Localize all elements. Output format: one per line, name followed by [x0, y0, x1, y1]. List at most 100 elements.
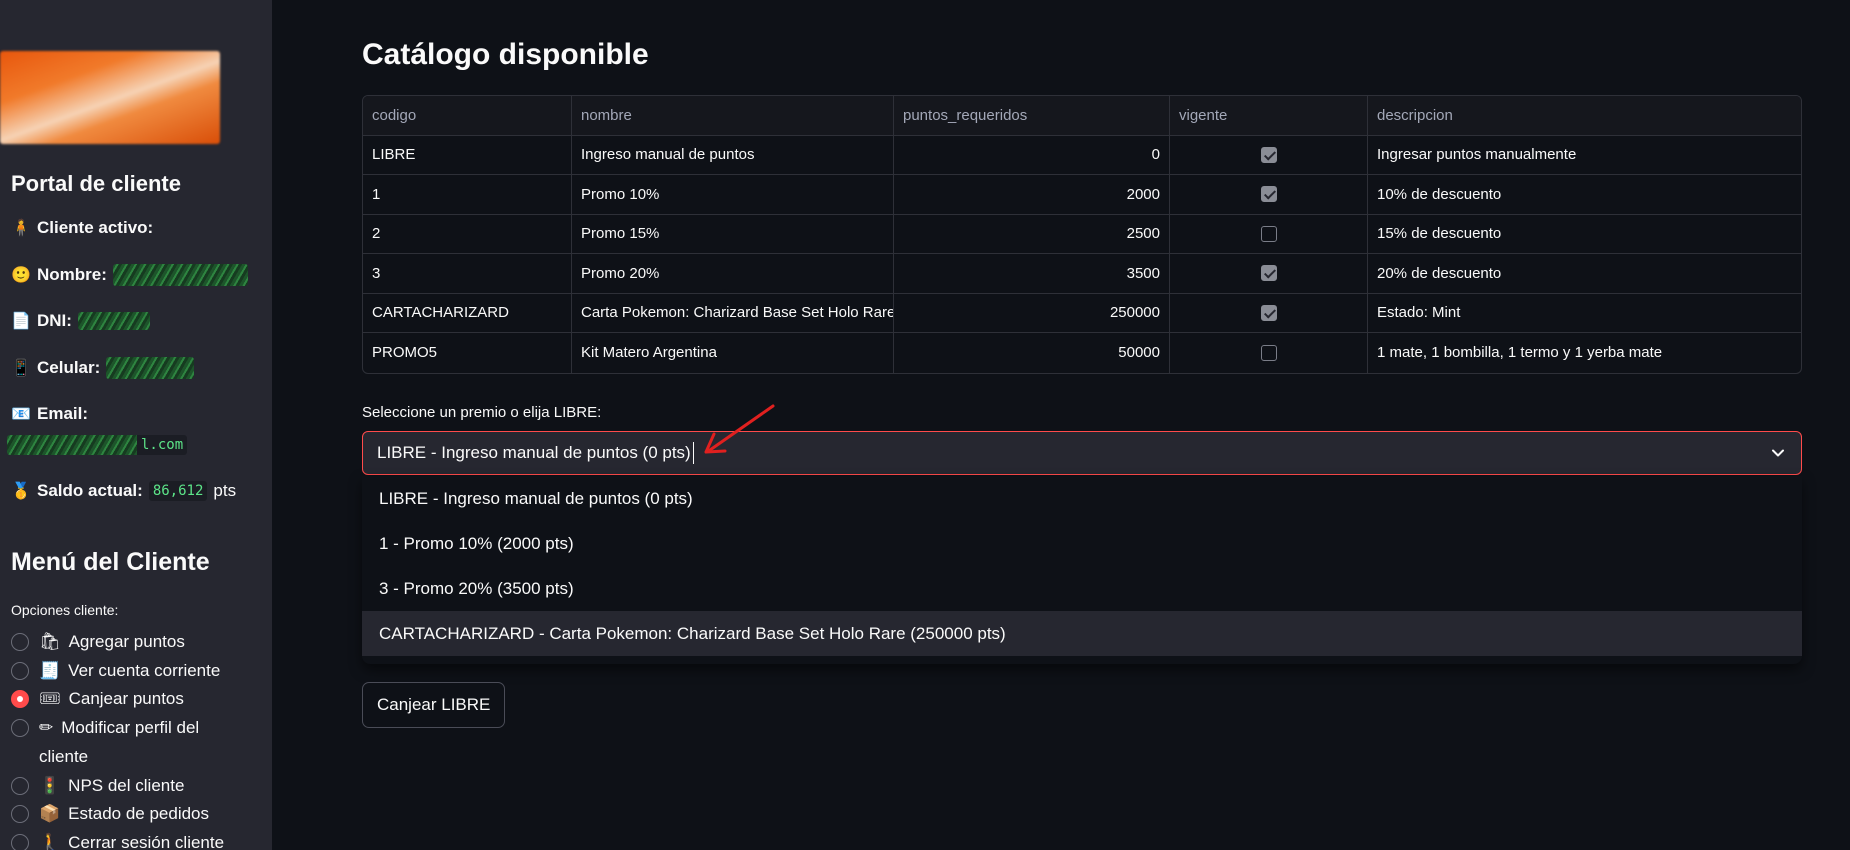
option-icon: 🚦 — [39, 775, 61, 795]
dropdown-option[interactable]: 1 - Promo 10% (2000 pts) — [362, 521, 1802, 566]
option-icon: ✏ — [39, 718, 54, 738]
client-options-radio-group: 🛍 Agregar puntos 🧾 Ver cuenta corriente 🎟 Can… — [11, 628, 251, 850]
dropdown-option[interactable]: CARTACHARIZARD - Carta Pokemon: Charizar… — [362, 611, 1802, 656]
table-cell-vigente[interactable] — [1170, 135, 1368, 174]
option-icon: 📦 — [39, 804, 61, 824]
table-cell-codigo[interactable]: PROMO5 — [363, 333, 572, 373]
table-row[interactable]: PROMO5 Kit Matero Argentina 50000 1 mate, 1… — [363, 333, 1801, 373]
option-icon: 🎟 — [39, 689, 61, 709]
table-cell-descripcion[interactable]: 10% de descuento — [1368, 175, 1801, 214]
radio-button[interactable] — [11, 690, 29, 709]
dropdown-option[interactable]: LIBRE - Ingreso manual de puntos (0 pts) — [362, 476, 1802, 521]
table-cell-nombre[interactable]: Promo 20% — [572, 254, 894, 293]
menu-option[interactable]: 🛍 Agregar puntos — [11, 628, 251, 657]
table-cell-nombre[interactable]: Promo 15% — [572, 214, 894, 253]
table-cell-vigente[interactable] — [1170, 175, 1368, 214]
name-label: Nombre: — [37, 265, 107, 284]
dropdown-option[interactable]: 3 - Promo 20% (3500 pts) — [362, 566, 1802, 611]
reward-select[interactable]: LIBRE - Ingreso manual de puntos (0 pts) — [362, 431, 1802, 475]
menu-option[interactable]: 🚶 Cerrar sesión cliente — [11, 829, 251, 850]
redeem-button[interactable]: Canjear LIBRE — [362, 682, 506, 728]
option-label: Agregar puntos — [68, 632, 185, 651]
column-header[interactable]: puntos_requeridos — [894, 96, 1170, 135]
table-cell-nombre[interactable]: Kit Matero Argentina — [572, 333, 894, 373]
table-cell-puntos_requeridos[interactable]: 250000 — [894, 293, 1170, 332]
checkbox[interactable] — [1260, 304, 1277, 321]
menu-option[interactable]: 🎟 Canjear puntos — [11, 685, 251, 714]
menu-option[interactable]: 🚦 NPS del cliente — [11, 772, 251, 801]
chevron-down-icon[interactable] — [1769, 444, 1787, 462]
page-title: Catálogo disponible — [362, 38, 649, 71]
email-suffix: l.com — [137, 435, 188, 455]
table-cell-codigo[interactable]: 3 — [363, 254, 572, 293]
checkbox[interactable] — [1260, 265, 1277, 282]
table-cell-puntos_requeridos[interactable]: 50000 — [894, 333, 1170, 373]
table-cell-vigente[interactable] — [1170, 214, 1368, 253]
dni-label: DNI: — [37, 311, 72, 330]
table-cell-puntos_requeridos[interactable]: 0 — [894, 135, 1170, 174]
balance-row: 🥇 Saldo actual: 86,612 pts — [11, 481, 236, 501]
table-cell-nombre[interactable]: Ingreso manual de puntos — [572, 135, 894, 174]
menu-option[interactable]: 🧾 Ver cuenta corriente — [11, 657, 251, 686]
email-value: l.com — [7, 435, 188, 455]
radio-button[interactable] — [11, 661, 29, 680]
smile-icon: 🙂 — [11, 267, 31, 284]
column-header[interactable]: descripcion — [1368, 96, 1801, 135]
menu-option[interactable]: 📦 Estado de pedidos — [11, 800, 251, 829]
radio-button[interactable] — [11, 833, 29, 850]
option-label: Cerrar sesión cliente — [68, 832, 225, 850]
table-cell-codigo[interactable]: CARTACHARIZARD — [363, 293, 572, 332]
table-cell-puntos_requeridos[interactable]: 2000 — [894, 175, 1170, 214]
table-cell-descripcion[interactable]: 1 mate, 1 bombilla, 1 termo y 1 yerba ma… — [1368, 333, 1801, 373]
column-header[interactable]: nombre — [572, 96, 894, 135]
dni-redacted — [77, 312, 150, 330]
phone-label: Celular: — [37, 358, 101, 377]
table-cell-nombre[interactable]: Carta Pokemon: Charizard Base Set Holo R… — [572, 293, 894, 332]
table-cell-codigo[interactable]: 1 — [363, 175, 572, 214]
option-label: Modificar perfil del cliente — [39, 718, 200, 766]
radio-button[interactable] — [11, 776, 29, 795]
checkbox[interactable] — [1260, 186, 1277, 203]
table-row[interactable]: LIBRE Ingreso manual de puntos 0 Ingresar p… — [363, 135, 1801, 175]
radio-button[interactable] — [11, 633, 29, 651]
envelope-icon: 📧 — [11, 406, 31, 423]
table-row[interactable]: 3 Promo 20% 3500 20% de descuento — [363, 254, 1801, 294]
email-row: 📧 Email: — [11, 404, 88, 424]
option-label: NPS del cliente — [68, 775, 185, 795]
catalog-table[interactable]: codigo nombre puntos_requeridos vigente … — [362, 95, 1802, 374]
balance-label: Saldo actual: — [37, 481, 143, 500]
table-row[interactable]: 1 Promo 10% 2000 10% de descuento — [363, 175, 1801, 215]
table-cell-descripcion[interactable]: 20% de descuento — [1368, 254, 1801, 293]
portal-title: Portal de cliente — [11, 171, 181, 196]
table-cell-puntos_requeridos[interactable]: 2500 — [894, 214, 1170, 253]
table-cell-descripcion[interactable]: Ingresar puntos manualmente — [1368, 136, 1801, 175]
checkbox[interactable] — [1260, 146, 1277, 163]
table-cell-vigente[interactable] — [1170, 293, 1368, 332]
options-label: Opciones cliente: — [11, 602, 119, 618]
menu-option[interactable]: ✏ Modificar perfil del cliente — [11, 714, 251, 771]
table-cell-nombre[interactable]: Promo 10% — [572, 175, 894, 214]
table-cell-codigo[interactable]: 2 — [363, 214, 572, 253]
checkbox[interactable] — [1260, 344, 1277, 361]
text-cursor — [692, 442, 694, 464]
phone-row: 📱 Celular: — [11, 357, 195, 379]
table-cell-vigente[interactable] — [1170, 333, 1368, 373]
email-label: Email: — [37, 404, 89, 423]
table-cell-descripcion[interactable]: 15% de descuento — [1368, 215, 1801, 254]
medal-icon: 🥇 — [11, 483, 31, 500]
table-cell-codigo[interactable]: LIBRE — [363, 135, 572, 174]
balance-value: 86,612 — [148, 481, 208, 501]
name-row: 🙂 Nombre: — [11, 264, 248, 286]
checkbox[interactable] — [1260, 225, 1277, 242]
column-header[interactable]: codigo — [363, 96, 572, 135]
radio-button[interactable] — [11, 719, 29, 738]
table-row[interactable]: 2 Promo 15% 2500 15% de descuento — [363, 214, 1801, 254]
table-cell-vigente[interactable] — [1170, 254, 1368, 293]
table-cell-puntos_requeridos[interactable]: 3500 — [894, 254, 1170, 293]
table-header-row: codigo nombre puntos_requeridos vigente … — [363, 96, 1801, 136]
column-header[interactable]: vigente — [1170, 96, 1368, 135]
annotation-arrow-icon — [704, 404, 775, 454]
radio-button[interactable] — [11, 805, 29, 824]
table-cell-descripcion[interactable]: Estado: Mint — [1368, 294, 1801, 333]
table-row[interactable]: CARTACHARIZARD Carta Pokemon: Charizard B… — [363, 293, 1801, 333]
